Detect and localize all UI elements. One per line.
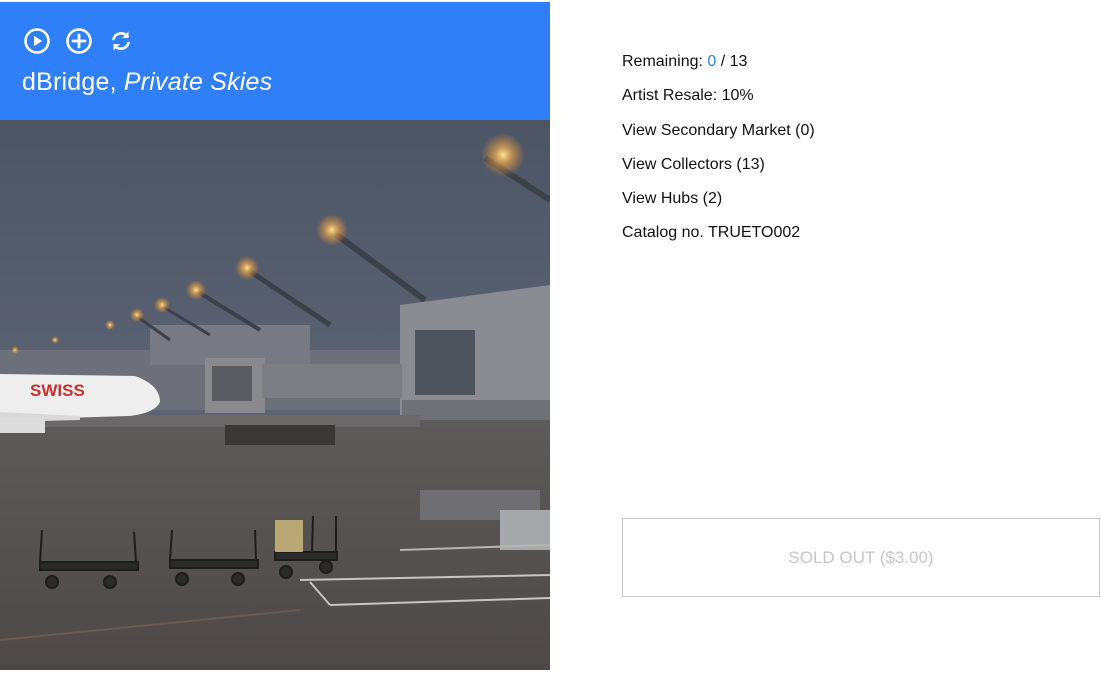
plus-circle-icon[interactable] — [64, 26, 94, 56]
sold-out-button[interactable]: SOLD OUT ($3.00) — [622, 518, 1100, 597]
refresh-icon[interactable] — [106, 26, 136, 56]
release-info: Remaining: 0 / 13 Artist Resale: 10% Vie… — [622, 52, 815, 258]
title-separator: , — [109, 68, 124, 96]
catalog-number: Catalog no. TRUETO002 — [622, 224, 801, 242]
play-circle-icon[interactable] — [22, 26, 52, 56]
artist-name[interactable]: dBridge — [22, 68, 110, 96]
artwork-header: dBridge, Private Skies — [0, 2, 550, 120]
artwork-card: dBridge, Private Skies SWISS — [0, 2, 550, 670]
player-controls — [22, 26, 136, 56]
cover-image: SWISS — [0, 120, 550, 670]
collectors-link[interactable]: View Collectors (13) — [622, 156, 765, 173]
hubs-link[interactable]: View Hubs (2) — [622, 190, 722, 207]
remaining-value: 0 — [707, 53, 717, 70]
remaining-label: Remaining: — [622, 53, 708, 70]
artist-resale: Artist Resale: 10% — [622, 87, 754, 105]
release-title[interactable]: Private Skies — [124, 68, 273, 96]
artwork-title: dBridge, Private Skies — [22, 68, 272, 97]
plane-livery-text: SWISS — [30, 381, 85, 400]
remaining-total: / 13 — [716, 53, 748, 70]
secondary-market-link[interactable]: View Secondary Market (0) — [622, 122, 815, 139]
remaining-count: Remaining: 0 / 13 — [622, 52, 815, 86]
